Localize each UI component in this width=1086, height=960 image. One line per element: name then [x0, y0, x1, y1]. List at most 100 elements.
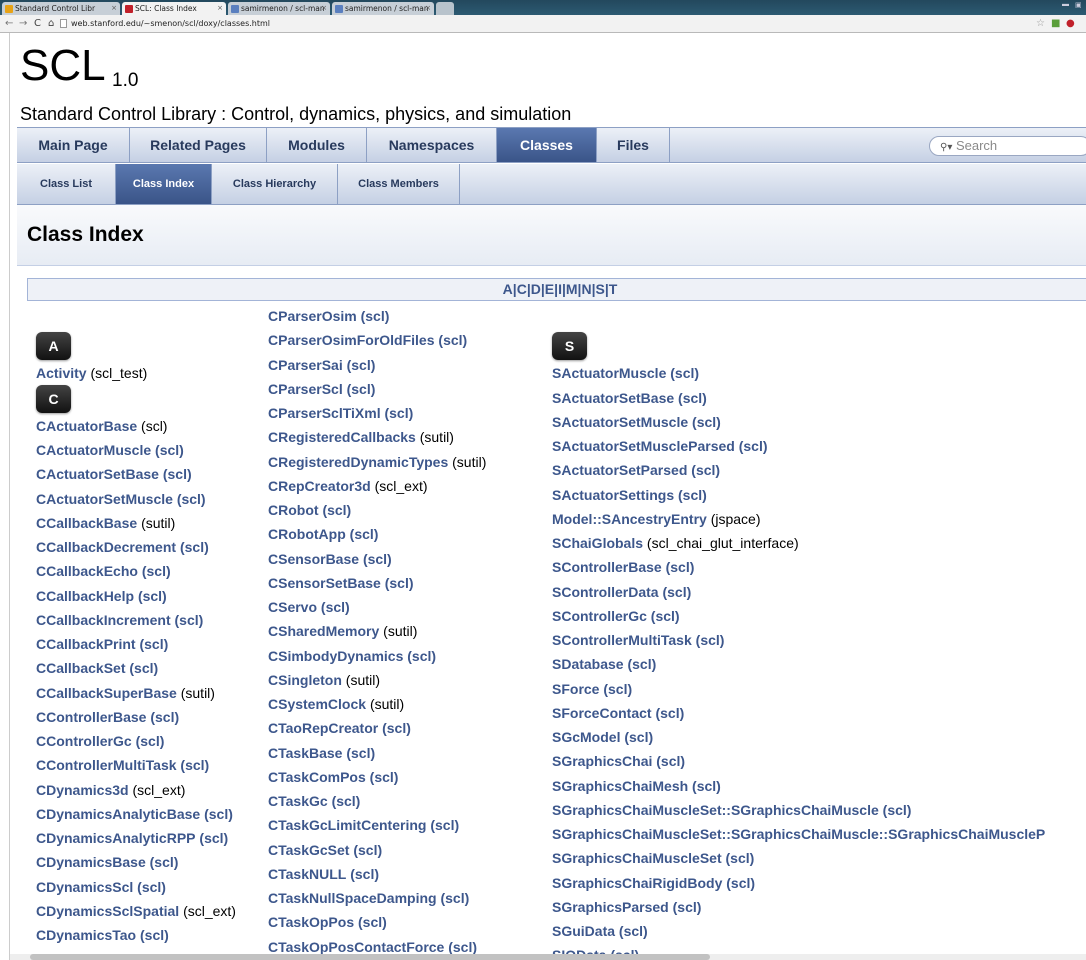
namespace-label[interactable]: (scl)	[440, 890, 469, 906]
class-link[interactable]: CDynamics3d	[36, 782, 129, 798]
class-link[interactable]: CParserSai	[268, 357, 343, 373]
class-link[interactable]: CSensorSetBase	[268, 575, 381, 591]
new-tab-button[interactable]	[436, 2, 454, 15]
class-link[interactable]: SActuatorSetMuscle	[552, 414, 688, 430]
namespace-label[interactable]: (scl)	[350, 526, 379, 542]
namespace-label[interactable]: (scl)	[627, 656, 656, 672]
class-link[interactable]: CDynamicsTao	[36, 927, 136, 943]
class-link[interactable]: SGraphicsChaiMuscleSet::SGraphicsChaiMus…	[552, 826, 1045, 842]
class-link[interactable]: CDynamicsSclSpatial	[36, 903, 179, 919]
namespace-label[interactable]: (scl)	[678, 390, 707, 406]
class-link[interactable]: SActuatorSettings	[552, 487, 674, 503]
class-link[interactable]: CCallbackIncrement	[36, 612, 171, 628]
class-link[interactable]: CDynamicsAnalyticBase	[36, 806, 200, 822]
class-link[interactable]: CParserScl	[268, 381, 343, 397]
reload-icon[interactable]: C	[34, 17, 41, 30]
class-link[interactable]: CControllerGc	[36, 733, 132, 749]
class-link[interactable]: CTaskNullSpaceDamping	[268, 890, 437, 906]
namespace-label[interactable]: (scl)	[175, 612, 204, 628]
namespace-label[interactable]: (scl)	[363, 551, 392, 567]
scrollbar-thumb[interactable]	[30, 954, 710, 960]
home-icon[interactable]: ⌂	[48, 17, 54, 30]
class-link[interactable]: CCallbackEcho	[36, 563, 138, 579]
class-link[interactable]: CTaskOpPos	[268, 914, 354, 930]
class-link[interactable]: SControllerData	[552, 584, 659, 600]
namespace-label[interactable]: (scl)	[692, 778, 721, 794]
class-link[interactable]: CRobotApp	[268, 526, 346, 542]
class-link[interactable]: CRepCreator3d	[268, 478, 371, 494]
namespace-label[interactable]: (scl)	[353, 842, 382, 858]
class-link[interactable]: SActuatorSetMuscleParsed	[552, 438, 735, 454]
namespace-label[interactable]: (scl)	[177, 491, 206, 507]
namespace-label[interactable]: (scl)	[662, 584, 691, 600]
class-link[interactable]: CCallbackBase	[36, 515, 137, 531]
class-link[interactable]: SActuatorSetBase	[552, 390, 674, 406]
class-link[interactable]: SGraphicsChaiMuscleSet	[552, 850, 722, 866]
namespace-label[interactable]: (scl)	[347, 357, 376, 373]
namespace-label[interactable]: (scl)	[655, 705, 684, 721]
namespace-label[interactable]: (scl)	[150, 709, 179, 725]
namespace-label[interactable]: (scl)	[321, 599, 350, 615]
forward-icon[interactable]: →	[19, 17, 27, 30]
class-link[interactable]: CTaskComPos	[268, 769, 366, 785]
close-tab-icon[interactable]: ×	[111, 2, 117, 15]
extension-icon[interactable]: ■	[1051, 17, 1060, 30]
namespace-label[interactable]: (scl)	[346, 745, 375, 761]
class-link[interactable]: CSingleton	[268, 672, 342, 688]
class-link[interactable]: SForceContact	[552, 705, 652, 721]
class-link[interactable]: CSensorBase	[268, 551, 359, 567]
class-link[interactable]: CCallbackDecrement	[36, 539, 176, 555]
namespace-label[interactable]: (scl)	[138, 588, 167, 604]
class-link[interactable]: SGraphicsChaiRigidBody	[552, 875, 722, 891]
class-link[interactable]: SControllerMultiTask	[552, 632, 692, 648]
namespace-label[interactable]: (scl)	[155, 442, 184, 458]
class-link[interactable]: CCallbackHelp	[36, 588, 134, 604]
class-link[interactable]: CRobot	[268, 502, 319, 518]
namespace-label[interactable]: (scl)	[883, 802, 912, 818]
class-link[interactable]: CTaskGcSet	[268, 842, 349, 858]
class-link[interactable]: SActuatorMuscle	[552, 365, 666, 381]
namespace-label[interactable]: (scl)	[678, 487, 707, 503]
namespace-label[interactable]: (scl)	[347, 381, 376, 397]
class-link[interactable]: CTaoRepCreator	[268, 720, 378, 736]
namespace-label[interactable]: (scl)	[163, 466, 192, 482]
class-link[interactable]: CParserOsimForOldFiles	[268, 332, 435, 348]
close-window-icon[interactable]: ▣	[1075, 1, 1082, 10]
browser-tab-active[interactable]: SCL: Class Index ×	[122, 2, 226, 15]
class-link[interactable]: CParserSclTiXml	[268, 405, 381, 421]
namespace-label[interactable]: (scl)	[438, 332, 467, 348]
class-link[interactable]: SActuatorSetParsed	[552, 462, 687, 478]
bookmark-star-icon[interactable]: ☆	[1036, 17, 1045, 30]
namespace-label[interactable]: (scl)	[696, 632, 725, 648]
namespace-label[interactable]: (scl)	[136, 733, 165, 749]
namespace-label[interactable]: (scl)	[180, 757, 209, 773]
namespace-label[interactable]: (scl)	[651, 608, 680, 624]
namespace-label[interactable]: (scl)	[361, 308, 390, 324]
namespace-label[interactable]: (scl)	[691, 462, 720, 478]
class-link[interactable]: CSimbodyDynamics	[268, 648, 403, 664]
adblock-icon[interactable]: ●	[1066, 17, 1075, 30]
class-link[interactable]: SGcModel	[552, 729, 620, 745]
class-link[interactable]: CSystemClock	[268, 696, 366, 712]
namespace-label[interactable]: (scl)	[129, 660, 158, 676]
namespace-label[interactable]: (scl)	[322, 502, 351, 518]
namespace-label[interactable]: (scl)	[692, 414, 721, 430]
class-link[interactable]: CServo	[268, 599, 317, 615]
browser-tab[interactable]: samirmenon / scl-man ×	[228, 2, 330, 15]
class-link[interactable]: CActuatorSetBase	[36, 466, 159, 482]
namespace-label[interactable]: (scl)	[358, 914, 387, 930]
class-link[interactable]: CActuatorSetMuscle	[36, 491, 173, 507]
class-link[interactable]: SGraphicsChaiMesh	[552, 778, 688, 794]
namespace-label[interactable]: (scl)	[603, 681, 632, 697]
close-tab-icon[interactable]: ×	[321, 2, 327, 15]
class-link[interactable]: CSharedMemory	[268, 623, 379, 639]
class-link[interactable]: SDatabase	[552, 656, 624, 672]
class-link[interactable]: CCallbackPrint	[36, 636, 136, 652]
class-link[interactable]: CRegisteredCallbacks	[268, 429, 416, 445]
class-link[interactable]: SGuiData	[552, 923, 615, 939]
namespace-label[interactable]: (scl)	[430, 817, 459, 833]
class-link[interactable]: CCallbackSuperBase	[36, 685, 177, 701]
namespace-label[interactable]: (scl)	[139, 636, 168, 652]
browser-tab[interactable]: Standard Control Libr ×	[2, 2, 120, 15]
namespace-label[interactable]: (scl)	[385, 575, 414, 591]
